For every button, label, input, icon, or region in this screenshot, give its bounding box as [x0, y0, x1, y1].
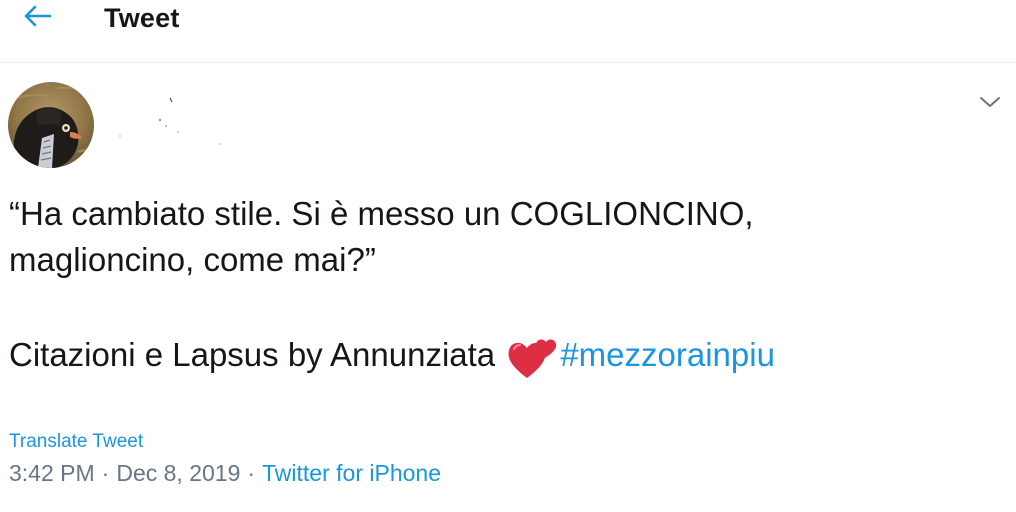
back-button[interactable]: [20, 1, 54, 31]
two-hearts-emoji: [508, 339, 557, 378]
chevron-down-icon: [980, 97, 1000, 107]
page-title: Tweet: [104, 3, 180, 33]
tweet-body: “Ha cambiato stile. Si è messo un COGLIO…: [9, 191, 999, 380]
tweet-text-line: maglioncino, come mai?”: [9, 241, 376, 278]
arrow-left-icon: [24, 5, 52, 27]
tweet-text-fragment: Citazioni e Lapsus by Annunziata: [9, 336, 496, 373]
tweet-page: Tweet “Ha cambiato stile. Si è messo un …: [0, 0, 1016, 512]
separator: ·: [247, 460, 256, 486]
avatar[interactable]: [8, 82, 94, 168]
separator: ·: [101, 460, 110, 486]
tweet-date[interactable]: Dec 8, 2019: [116, 460, 240, 486]
tweet-metadata: 3:42 PM · Dec 8, 2019 · Twitter for iPhone: [9, 460, 441, 487]
tweet-time[interactable]: 3:42 PM: [9, 460, 95, 486]
translate-tweet-link[interactable]: Translate Tweet: [9, 431, 143, 453]
page-header: Tweet: [0, 0, 1016, 63]
more-options-button[interactable]: [976, 90, 1004, 114]
tweet-source-link[interactable]: Twitter for iPhone: [262, 460, 441, 486]
tweet-text-line: “Ha cambiato stile. Si è messo un COGLIO…: [9, 195, 754, 232]
hashtag-link[interactable]: #mezzorainpiu: [560, 336, 775, 373]
tweet-text-line: Citazioni e Lapsus by Annunziata #mezzor…: [9, 332, 999, 380]
redacted-username: [100, 92, 250, 152]
